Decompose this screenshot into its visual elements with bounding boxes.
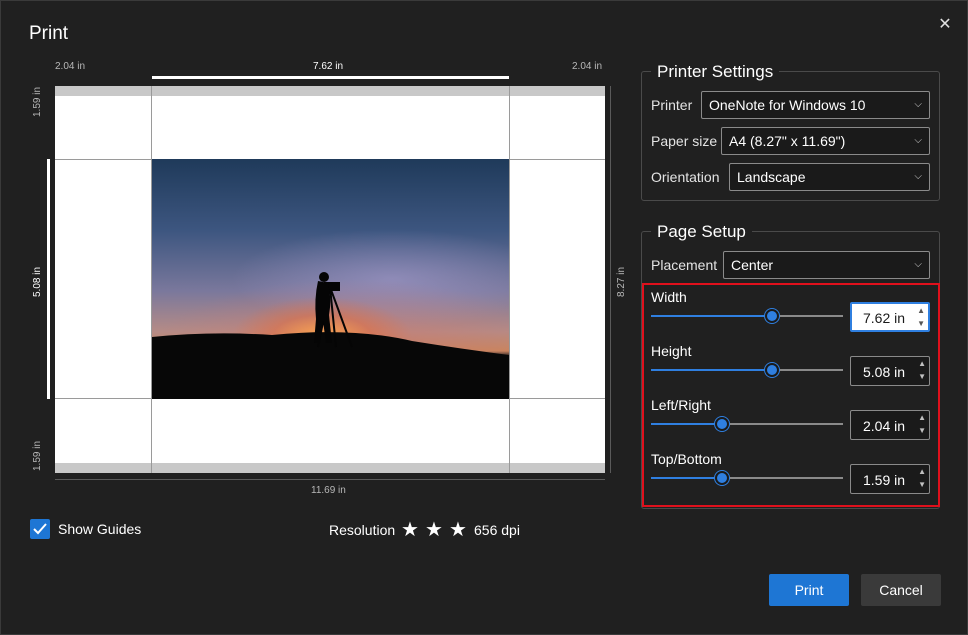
printer-select[interactable]: OneNote for Windows 10 ⌵ (701, 91, 930, 119)
top-margin-label: 1.59 in (32, 86, 43, 117)
paper-height-ruler (610, 86, 611, 473)
top-bottom-label: Top/Bottom (651, 451, 722, 467)
print-dialog: Print ✕ 2.04 in 7.62 in 2.04 in 1.59 in … (0, 0, 968, 635)
chevron-down-icon: ⌵ (914, 171, 922, 182)
right-margin-label: 2.04 in (572, 61, 603, 72)
decrement-icon[interactable]: ▼ (918, 426, 926, 435)
top-bottom-spinbox[interactable]: 1.59 in ▲ ▼ (850, 464, 930, 494)
left-right-slider-fill (651, 423, 722, 425)
show-guides-label: Show Guides (58, 521, 142, 537)
placement-select-value: Center (731, 257, 774, 273)
decrement-icon[interactable]: ▼ (917, 319, 925, 328)
height-label: Height (651, 343, 692, 359)
increment-icon[interactable]: ▲ (918, 413, 926, 422)
print-button[interactable]: Print (769, 574, 849, 606)
orientation-select[interactable]: Landscape ⌵ (729, 163, 930, 191)
width-spinbox[interactable]: 7.62 in ▲ ▼ (850, 302, 930, 332)
left-right-spinbox[interactable]: 2.04 in ▲ ▼ (850, 410, 930, 440)
image-height-ruler (47, 159, 50, 399)
star-icon: ★ (425, 519, 443, 541)
resolution-label: Resolution (329, 522, 396, 538)
width-slider-fill (651, 315, 772, 317)
paper-width-ruler (55, 479, 605, 480)
width-slider[interactable] (651, 309, 843, 323)
height-spinbox[interactable]: 5.08 in ▲ ▼ (850, 356, 930, 386)
width-slider-thumb[interactable] (765, 309, 779, 323)
increment-icon[interactable]: ▲ (918, 467, 926, 476)
chevron-down-icon: ⌵ (914, 259, 922, 270)
printable-area-top-band (55, 86, 605, 96)
orientation-label: Orientation (651, 169, 720, 185)
paper-height-label: 8.27 in (616, 266, 627, 297)
resolution-dpi: 656 dpi (474, 522, 520, 538)
placement-label: Placement (651, 257, 718, 273)
star-icon: ★ (401, 519, 419, 541)
top-bottom-value: 1.59 in (863, 472, 906, 488)
printable-area-bottom-band (55, 463, 605, 473)
bottom-margin-label: 1.59 in (32, 440, 43, 471)
top-bottom-slider[interactable] (651, 471, 843, 485)
left-right-slider-thumb[interactable] (715, 417, 729, 431)
guide-right (509, 86, 510, 473)
photo-silhouette (152, 272, 509, 399)
image-width-ruler (152, 76, 509, 79)
printer-settings-title: Printer Settings (651, 62, 780, 82)
left-right-label: Left/Right (651, 397, 711, 413)
preview-photo (152, 159, 509, 399)
height-slider-fill (651, 369, 772, 371)
width-value: 7.62 in (863, 310, 906, 326)
left-margin-label: 2.04 in (55, 61, 86, 72)
printer-label: Printer (651, 97, 693, 113)
page-setup-title: Page Setup (651, 222, 752, 242)
dialog-title: Print (29, 23, 69, 44)
paper-width-label: 11.69 in (311, 485, 346, 496)
chevron-down-icon: ⌵ (914, 135, 922, 146)
show-guides-checkbox[interactable] (30, 519, 50, 539)
printer-select-value: OneNote for Windows 10 (709, 97, 866, 113)
increment-icon[interactable]: ▲ (917, 306, 925, 315)
height-slider[interactable] (651, 363, 843, 377)
paper-size-select-value: A4 (8.27" x 11.69") (729, 133, 846, 149)
star-icon: ★ (449, 519, 467, 541)
left-right-value: 2.04 in (863, 418, 906, 434)
height-slider-thumb[interactable] (765, 363, 779, 377)
top-bottom-slider-fill (651, 477, 722, 479)
cancel-button[interactable]: Cancel (861, 574, 941, 606)
width-label: Width (651, 289, 687, 305)
chevron-down-icon: ⌵ (914, 99, 922, 110)
paper-size-label: Paper size (651, 133, 718, 149)
orientation-select-value: Landscape (737, 169, 806, 185)
height-value: 5.08 in (863, 364, 906, 380)
left-right-slider[interactable] (651, 417, 843, 431)
placement-select[interactable]: Center ⌵ (723, 251, 930, 279)
paper-size-select[interactable]: A4 (8.27" x 11.69") ⌵ (721, 127, 930, 155)
top-bottom-slider-thumb[interactable] (715, 471, 729, 485)
decrement-icon[interactable]: ▼ (918, 372, 926, 381)
decrement-icon[interactable]: ▼ (918, 480, 926, 489)
increment-icon[interactable]: ▲ (918, 359, 926, 368)
close-icon[interactable]: ✕ (933, 13, 957, 37)
image-width-label: 7.62 in (313, 61, 344, 72)
image-height-label: 5.08 in (32, 266, 43, 297)
checkmark-icon (33, 523, 47, 535)
